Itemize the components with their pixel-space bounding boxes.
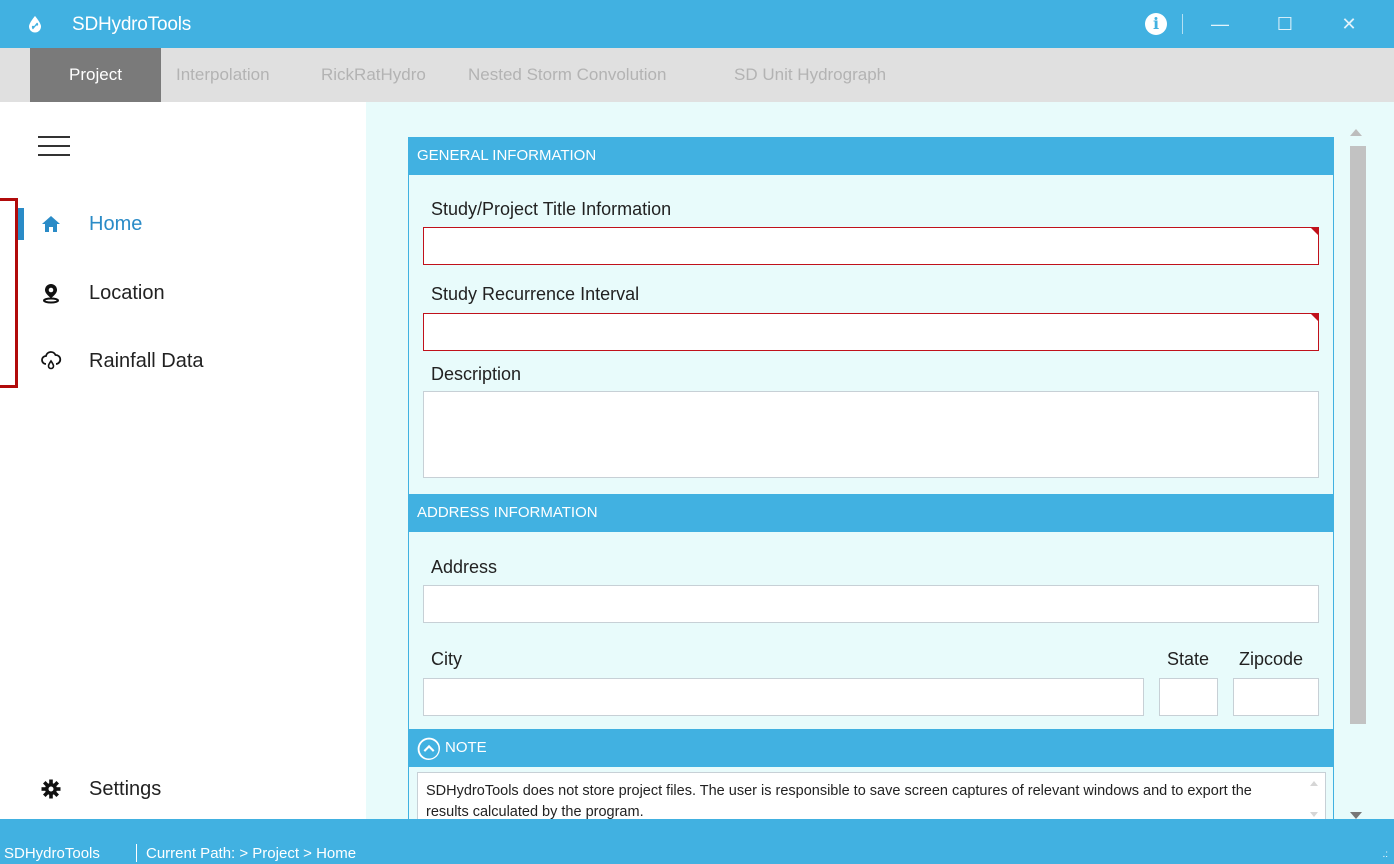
zipcode-field[interactable] [1233, 678, 1319, 716]
home-icon [42, 216, 60, 232]
state-field[interactable] [1159, 678, 1218, 716]
status-app-name: SDHydroTools [4, 845, 100, 862]
hamburger-menu-icon[interactable] [38, 136, 70, 156]
cloud-rain-icon [41, 351, 62, 370]
city-label: City [431, 649, 462, 669]
address-label: Address [431, 557, 498, 577]
status-current-path: Current Path: > Project > Home [146, 845, 357, 862]
note-scrollbar[interactable] [1307, 777, 1321, 821]
sidebar-item-label: Home [89, 213, 143, 235]
address-information-header: ADDRESS INFORMATION [408, 494, 1334, 532]
sidebar-item-home[interactable]: Home [0, 204, 366, 244]
note-text: SDHydroTools does not store project file… [426, 783, 1252, 820]
general-information-header: GENERAL INFORMATION [408, 137, 1334, 175]
note-header[interactable]: NOTE [408, 729, 1334, 767]
city-field[interactable] [423, 678, 1144, 716]
recurrence-interval-label: Study Recurrence Interval [431, 284, 640, 304]
note-text-box: SDHydroTools does not store project file… [417, 772, 1326, 826]
status-bar: SDHydroTools Current Path: > Project > H… [0, 819, 1394, 864]
zipcode-label: Zipcode [1239, 649, 1304, 669]
status-separator [136, 844, 137, 862]
titlebar-separator [1182, 14, 1183, 34]
tab-project[interactable]: Project [30, 48, 161, 102]
info-icon[interactable]: i [1145, 13, 1167, 35]
project-title-field[interactable] [423, 227, 1319, 265]
gear-icon [41, 779, 61, 799]
address-field[interactable] [423, 585, 1319, 623]
minimize-button[interactable]: — [1197, 0, 1243, 48]
sidebar: Home Location Rainfall Data Settings [0, 102, 366, 819]
sidebar-item-rainfall-data[interactable]: Rainfall Data [0, 341, 366, 381]
description-label: Description [431, 364, 522, 384]
project-title-label: Study/Project Title Information [431, 199, 672, 219]
recurrence-interval-field[interactable] [423, 313, 1319, 351]
sidebar-item-settings[interactable]: Settings [0, 769, 366, 809]
tab-rickrathydro[interactable]: RickRatHydro [321, 48, 426, 102]
tab-interpolation[interactable]: Interpolation [176, 48, 270, 102]
sidebar-item-label: Settings [89, 778, 162, 800]
description-field[interactable] [423, 391, 1319, 478]
tab-nested-storm-convolution[interactable]: Nested Storm Convolution [468, 48, 666, 102]
water-drop-logo-icon [29, 16, 41, 33]
active-indicator [18, 208, 24, 240]
close-button[interactable]: ✕ [1326, 0, 1372, 48]
sidebar-item-label: Location [89, 282, 165, 304]
maximize-button[interactable]: ☐ [1262, 0, 1308, 48]
chevron-up-icon[interactable] [417, 737, 440, 760]
app-title: SDHydroTools [72, 14, 192, 35]
location-pin-icon [43, 284, 59, 304]
title-bar: SDHydroTools i — ☐ ✕ [0, 0, 1394, 48]
tab-strip: Project Interpolation RickRatHydro Neste… [0, 48, 1394, 102]
scrollbar-thumb[interactable] [1350, 146, 1366, 724]
sidebar-item-location[interactable]: Location [0, 273, 366, 313]
resize-grip-icon[interactable]: .: [1382, 849, 1388, 860]
sidebar-item-label: Rainfall Data [89, 350, 204, 372]
tab-sd-unit-hydrograph[interactable]: SD Unit Hydrograph [734, 48, 886, 102]
state-label: State [1167, 649, 1210, 669]
